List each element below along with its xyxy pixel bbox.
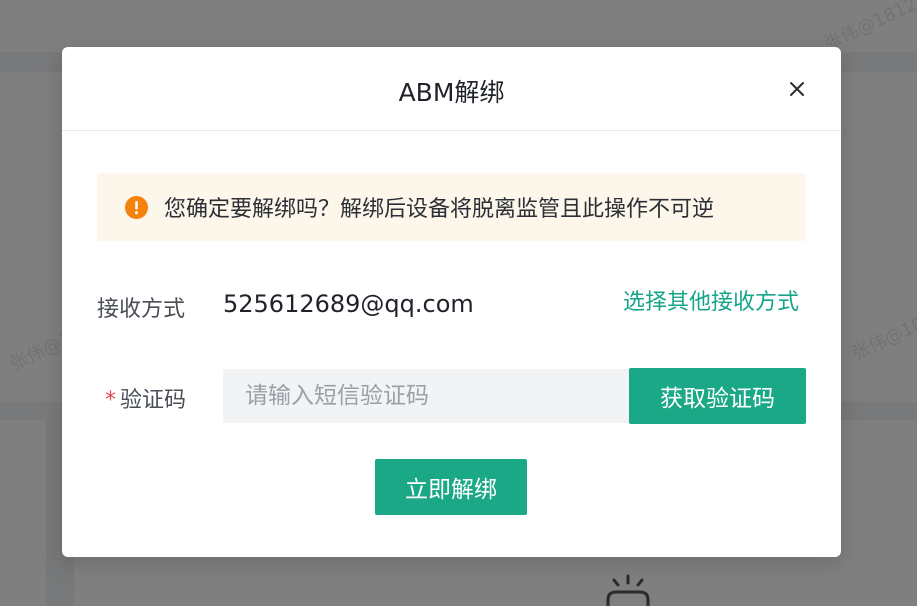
abm-unbind-dialog: ABM解绑 您确定要解绑吗？解绑后设备将脱离监管且此操作不可逆 接收方式 525…: [62, 47, 841, 557]
dialog-header: ABM解绑: [62, 47, 841, 131]
receive-method-value: 525612689@qq.com: [223, 290, 474, 318]
warning-alert: 您确定要解绑吗？解绑后设备将脱离监管且此操作不可逆: [97, 173, 806, 241]
dialog-title: ABM解绑: [398, 77, 505, 107]
verification-code-label: * 验证码: [105, 382, 186, 414]
choose-other-method-link[interactable]: 选择其他接收方式: [623, 284, 799, 316]
close-icon: [790, 82, 804, 96]
close-button[interactable]: [787, 79, 807, 99]
warning-circle-icon: [125, 195, 148, 219]
receive-method-label: 接收方式: [97, 297, 186, 322]
get-code-button[interactable]: 获取验证码: [629, 368, 806, 424]
warning-text: 您确定要解绑吗？解绑后设备将脱离监管且此操作不可逆: [164, 197, 715, 222]
verification-code-input[interactable]: [223, 369, 629, 423]
unbind-now-button[interactable]: 立即解绑: [375, 459, 527, 515]
verification-code-label-text: 验证码: [120, 388, 187, 413]
required-mark: *: [105, 388, 116, 413]
